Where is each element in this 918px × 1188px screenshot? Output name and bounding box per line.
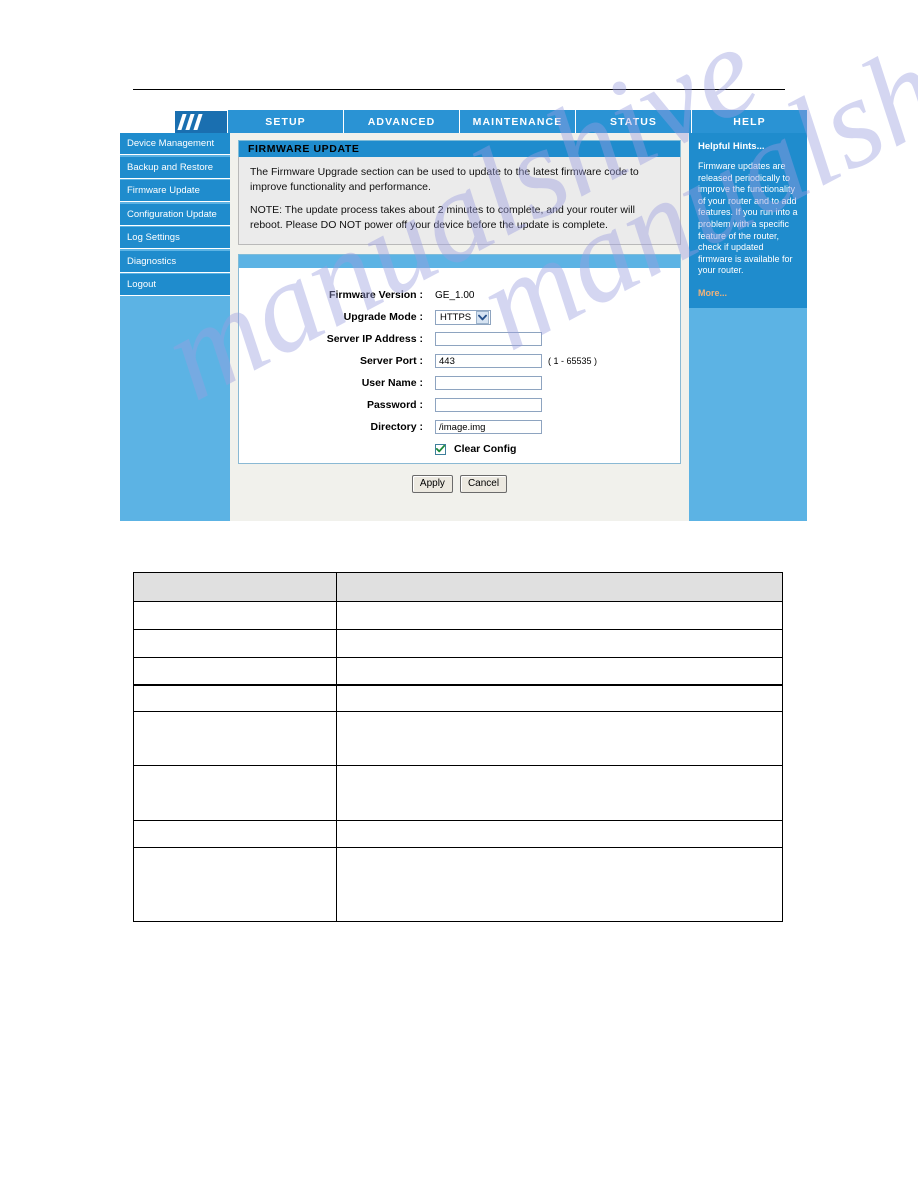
page-header-rule: [133, 89, 785, 90]
label-firmware-version: Firmware Version :: [329, 289, 423, 301]
helpful-hints-title: Helpful Hints...: [698, 141, 765, 152]
table-cell-description: [336, 820, 783, 848]
user-name-input[interactable]: [435, 376, 542, 390]
table-header-cell-name: [133, 572, 337, 602]
nav-tab-help[interactable]: HELP: [691, 110, 807, 133]
cancel-button[interactable]: Cancel: [459, 475, 508, 493]
nav-tab-setup[interactable]: SETUP: [227, 110, 343, 133]
upgrade-mode-selected-value: HTTPS: [440, 311, 472, 323]
sidebar-item-log-settings[interactable]: Log Settings: [120, 227, 230, 249]
password-input[interactable]: [435, 398, 542, 412]
sidebar-item-diagnostics[interactable]: Diagnostics: [120, 250, 230, 273]
description-note-paragraph: NOTE: The update process takes about 2 m…: [250, 204, 636, 231]
sidebar-item-device-management[interactable]: Device Management: [120, 133, 230, 155]
row-clear-config: Clear Config: [435, 443, 680, 455]
table-row: [133, 820, 783, 848]
row-upgrade-mode: Upgrade Mode : HTTPS: [239, 306, 680, 328]
label-server-ip-address: Server IP Address :: [326, 333, 423, 345]
server-port-input[interactable]: [435, 354, 542, 368]
row-user-name: User Name :: [239, 372, 680, 394]
table-cell-description: [336, 684, 783, 712]
main-navigation: SETUP ADVANCED MAINTENANCE STATUS HELP: [120, 110, 807, 133]
row-directory: Directory :: [239, 416, 680, 438]
apply-button[interactable]: Apply: [411, 475, 453, 493]
helpful-hints-more-link[interactable]: More...: [698, 288, 798, 298]
table-row: [133, 629, 783, 658]
label-user-name: User Name :: [361, 377, 423, 389]
table-header-cell-description: [336, 572, 783, 602]
nav-tab-maintenance[interactable]: MAINTENANCE: [459, 110, 575, 133]
table-cell-name: [133, 711, 337, 766]
field-description-table: [133, 572, 783, 922]
row-password: Password :: [239, 394, 680, 416]
upgrade-mode-select[interactable]: HTTPS: [435, 309, 492, 325]
table-cell-name: [133, 684, 337, 712]
firmware-update-form: Firmware Version : GE_1.00 Upgrade Mode …: [238, 268, 681, 464]
table-cell-name: [133, 847, 337, 922]
table-row: [133, 684, 783, 712]
table-cell-description: [336, 657, 783, 686]
nav-tab-advanced[interactable]: ADVANCED: [343, 110, 459, 133]
table-cell-description: [336, 711, 783, 766]
row-server-ip: Server IP Address :: [239, 328, 680, 350]
page-title: FIRMWARE UPDATE: [238, 140, 681, 157]
table-row: [133, 657, 783, 686]
helpful-hints-body: Firmware updates are released periodical…: [698, 161, 798, 276]
table-header-row: [133, 572, 783, 602]
table-cell-description: [336, 629, 783, 658]
table-cell-name: [133, 765, 337, 821]
table-cell-description: [336, 847, 783, 922]
table-row: [133, 765, 783, 821]
sidebar-item-configuration-update[interactable]: Configuration Update: [120, 203, 230, 226]
content-area: FIRMWARE UPDATE The Firmware Upgrade sec…: [230, 133, 689, 521]
chevron-down-icon[interactable]: [476, 310, 490, 324]
server-port-range-hint: ( 1 - 65535 ): [548, 356, 598, 366]
label-password: Password :: [366, 399, 423, 411]
row-firmware-version: Firmware Version : GE_1.00: [239, 284, 680, 306]
table-cell-description: [336, 601, 783, 630]
form-actions: Apply Cancel: [238, 475, 681, 493]
label-upgrade-mode: Upgrade Mode :: [343, 311, 423, 323]
table-cell-name: [133, 629, 337, 658]
router-logo-icon: [175, 111, 227, 133]
label-server-port: Server Port :: [359, 355, 423, 367]
panel-description: The Firmware Upgrade section can be used…: [238, 157, 681, 245]
nav-tab-status[interactable]: STATUS: [575, 110, 691, 133]
table-row: [133, 711, 783, 766]
table-cell-name: [133, 657, 337, 686]
form-section-header-bar: [238, 254, 681, 268]
sidebar-menu: Device Management Backup and Restore Fir…: [120, 133, 230, 521]
sidebar-item-backup-and-restore[interactable]: Backup and Restore: [120, 156, 230, 179]
sidebar-item-logout[interactable]: Logout: [120, 274, 230, 296]
clear-config-label: Clear Config: [454, 443, 517, 455]
logo-slash-3: [193, 114, 203, 130]
helpful-hints-inner: Helpful Hints... Firmware updates are re…: [689, 133, 807, 308]
directory-input[interactable]: [435, 420, 542, 434]
label-directory: Directory :: [370, 421, 423, 433]
table-cell-description: [336, 765, 783, 821]
sidebar-item-firmware-update[interactable]: Firmware Update: [120, 180, 230, 202]
table-row: [133, 847, 783, 922]
ui-body: Device Management Backup and Restore Fir…: [120, 133, 807, 521]
description-paragraph-1: The Firmware Upgrade section can be used…: [250, 166, 639, 193]
table-row: [133, 601, 783, 630]
table-cell-name: [133, 820, 337, 848]
logo-cell: [120, 110, 227, 133]
table-cell-name: [133, 601, 337, 630]
row-server-port: Server Port : ( 1 - 65535 ): [239, 350, 680, 372]
server-ip-address-input[interactable]: [435, 332, 542, 346]
router-admin-ui: SETUP ADVANCED MAINTENANCE STATUS HELP D…: [120, 110, 807, 521]
value-firmware-version: GE_1.00: [435, 289, 475, 301]
clear-config-checkbox[interactable]: [435, 443, 446, 455]
helpful-hints-panel: Helpful Hints... Firmware updates are re…: [689, 133, 807, 521]
